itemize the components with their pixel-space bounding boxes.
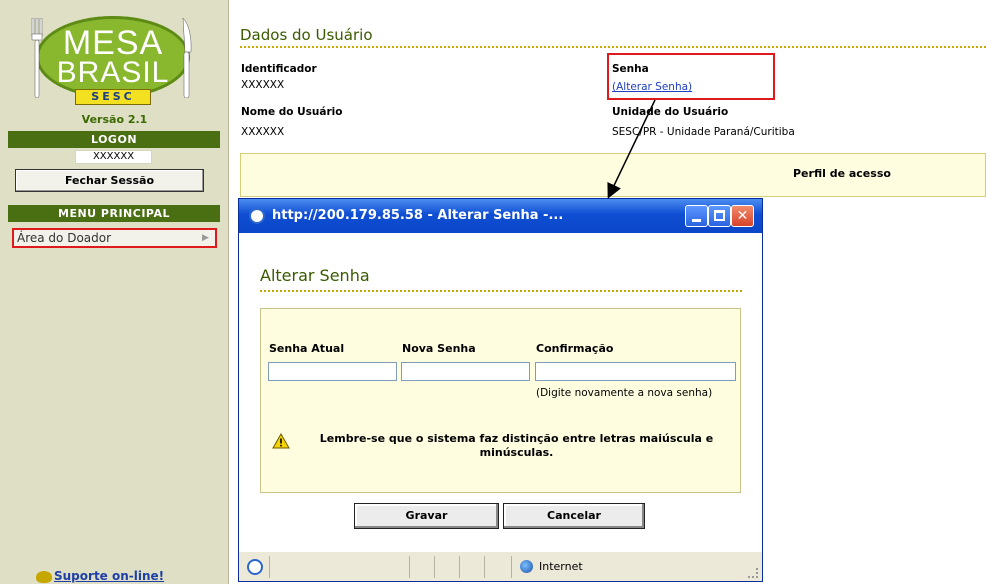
support-icon <box>36 570 52 583</box>
close-button[interactable]: ✕ <box>731 205 754 227</box>
version-label: Versão 2.1 <box>81 113 148 126</box>
status-divider <box>511 556 512 578</box>
maximize-icon <box>714 210 725 221</box>
status-divider <box>269 556 270 578</box>
status-bar: Internet <box>239 551 762 581</box>
menu-item-area-doador[interactable]: Área do Doador ▶ <box>12 228 217 248</box>
case-warning: Lembre-se que o sistema faz distinção en… <box>319 432 714 459</box>
identificador-value: XXXXXX <box>241 79 285 91</box>
status-divider <box>434 556 435 578</box>
internet-zone-icon <box>520 560 533 573</box>
cancelar-button[interactable]: Cancelar <box>503 503 645 529</box>
chevron-right-icon: ▶ <box>202 233 209 243</box>
nova-senha-label: Nova Senha <box>402 342 476 355</box>
logo-text-brasil: BRASIL <box>56 56 170 89</box>
unidade-value: SESC/PR - Unidade Paraná/Curitiba <box>612 126 795 138</box>
logged-user: XXXXXX <box>75 150 152 164</box>
sesc-badge: SESC <box>75 89 151 105</box>
popup-title-divider <box>260 290 742 292</box>
logout-button[interactable]: Fechar Sessão <box>15 169 204 192</box>
maximize-button[interactable] <box>708 205 731 227</box>
identificador-label: Identificador <box>241 63 317 75</box>
password-form-panel <box>260 308 741 493</box>
status-divider <box>484 556 485 578</box>
nome-usuario-value: XXXXXX <box>241 126 285 138</box>
window-title: http://200.179.85.58 - Alterar Senha -..… <box>272 208 564 223</box>
nova-senha-input[interactable] <box>401 362 530 381</box>
logo-text-mesa: MESA <box>62 24 164 62</box>
confirmacao-input[interactable] <box>535 362 736 381</box>
support-link-label: Suporte on-line! <box>54 569 165 583</box>
warning-icon <box>272 433 290 449</box>
status-divider <box>459 556 460 578</box>
senha-atual-input[interactable] <box>268 362 397 381</box>
resize-grip[interactable] <box>748 568 758 578</box>
mesa-brasil-logo: MESA BRASIL SESC <box>28 12 198 112</box>
alterar-senha-window: http://200.179.85.58 - Alterar Senha -..… <box>238 198 763 582</box>
menu-item-label: Área do Doador <box>17 231 112 245</box>
status-divider <box>409 556 410 578</box>
nome-usuario-label: Nome do Usuário <box>241 106 343 118</box>
senha-label: Senha <box>612 63 649 75</box>
logon-header: LOGON <box>8 131 220 148</box>
alterar-senha-link[interactable]: (Alterar Senha) <box>612 81 692 93</box>
security-zone: Internet <box>539 560 583 573</box>
page-title: Dados do Usuário <box>240 26 373 44</box>
popup-title: Alterar Senha <box>260 266 370 285</box>
ie-icon <box>249 208 265 224</box>
confirmacao-hint: (Digite novamente a nova senha) <box>536 387 713 399</box>
title-divider <box>240 46 986 48</box>
close-icon: ✕ <box>736 208 749 224</box>
minimize-icon <box>692 219 701 222</box>
confirmacao-label: Confirmação <box>536 342 614 355</box>
window-content: Alterar Senha Senha Atual Nova Senha Con… <box>239 233 762 551</box>
support-link[interactable]: Suporte on-line! <box>36 569 164 583</box>
minimize-button[interactable] <box>685 205 708 227</box>
window-titlebar[interactable]: http://200.179.85.58 - Alterar Senha -..… <box>239 199 762 233</box>
perfil-header: Perfil de acesso <box>793 167 891 180</box>
gravar-button[interactable]: Gravar <box>354 503 499 529</box>
page-icon <box>247 559 263 575</box>
sidebar: MESA BRASIL SESC Versão 2.1 LOGON XXXXXX… <box>0 0 229 584</box>
main-menu-header: MENU PRINCIPAL <box>8 205 220 222</box>
unidade-label: Unidade do Usuário <box>612 106 729 118</box>
senha-atual-label: Senha Atual <box>269 342 345 355</box>
